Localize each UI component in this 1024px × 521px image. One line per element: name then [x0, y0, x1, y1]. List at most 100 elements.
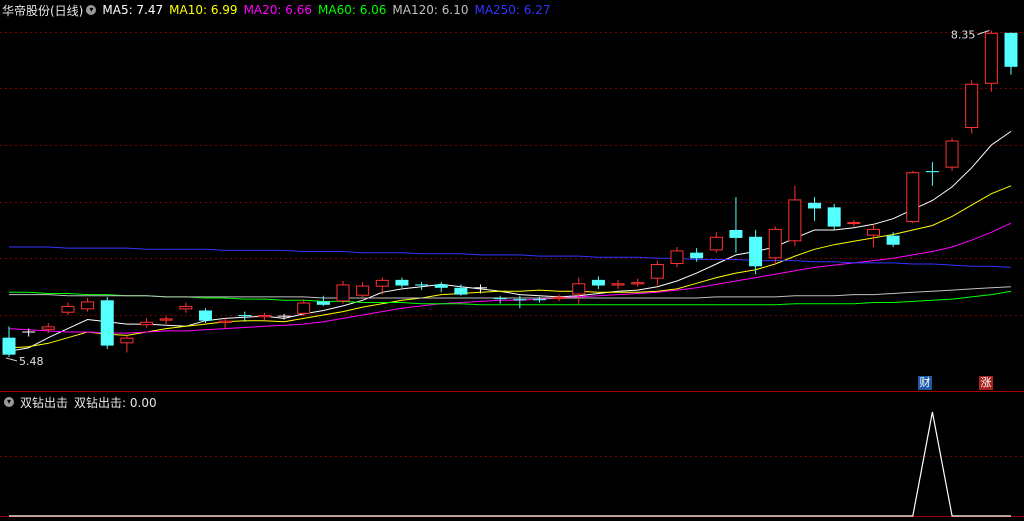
candle [1004, 32, 1018, 75]
candle [159, 316, 173, 325]
candle [808, 197, 822, 221]
candle [434, 282, 448, 293]
candle-body [513, 299, 527, 301]
candle-body [631, 282, 645, 285]
candle-body [886, 235, 900, 245]
ma60-label: MA60: 6.06 [318, 3, 387, 17]
candle [788, 185, 802, 246]
min-price-pointer [5, 357, 18, 362]
stock-title: 华帝股份(日线) [2, 3, 84, 18]
candle-body [925, 171, 939, 173]
candle-body [61, 305, 75, 313]
candle-body [159, 318, 173, 321]
kline-chart: 8.35 5.48 [0, 29, 1024, 517]
candle-body [81, 301, 95, 310]
candle-body [611, 283, 625, 286]
candle [886, 232, 900, 247]
candle-body [493, 298, 507, 300]
candle-body [808, 202, 822, 209]
indicator-value: 双钻出击: 0.00 [74, 395, 157, 410]
candle-body [709, 236, 723, 251]
candle-body [434, 284, 448, 288]
candle-body [415, 284, 429, 286]
candle [847, 219, 861, 227]
candle-body [316, 301, 330, 305]
candle-body [375, 279, 389, 287]
candle-body [827, 207, 841, 227]
grid-lines [0, 32, 1024, 517]
ma10-label: MA10: 6.99 [169, 3, 238, 17]
indicator-settings-icon[interactable]: ▾ [4, 397, 14, 407]
candle-body [2, 337, 16, 355]
candle [552, 294, 566, 302]
indicator-panel [9, 411, 1011, 517]
candle-body [572, 283, 586, 295]
candle [140, 318, 154, 328]
candle-body [768, 228, 782, 259]
candle [945, 138, 959, 172]
candle [277, 313, 291, 320]
candle-body [965, 83, 979, 129]
moving-average-lines [8, 130, 1012, 352]
candle [631, 278, 645, 287]
candle-body [257, 315, 271, 318]
candle [2, 326, 16, 357]
ma250-line [9, 246, 1012, 268]
candle [670, 247, 684, 268]
candle-body [238, 315, 252, 317]
candle [709, 232, 723, 253]
candle-body [906, 172, 920, 223]
candle [297, 299, 311, 317]
limit-up-badge[interactable]: 涨 [979, 376, 993, 390]
candle-body [690, 252, 704, 259]
candle [198, 308, 212, 323]
ma20-label: MA20: 6.66 [243, 3, 312, 17]
min-price-label: 5.48 [19, 355, 44, 368]
candle-body [120, 337, 134, 344]
candle [749, 230, 763, 275]
candle-body [984, 32, 998, 84]
indicator-header: ▾ 双钻出击 双钻出击: 0.00 [2, 393, 163, 411]
candle-body [41, 326, 55, 330]
candle [120, 335, 134, 353]
candle [729, 197, 743, 253]
indicator-name: 双钻出击 [20, 395, 69, 410]
candle [81, 298, 95, 312]
settings-circle-icon[interactable]: ▾ [86, 5, 97, 15]
candle-body [218, 320, 232, 323]
candle [965, 80, 979, 134]
candle-body [591, 279, 605, 286]
candle [650, 260, 664, 286]
candle [61, 302, 75, 315]
candle [336, 281, 350, 304]
candle-body [100, 300, 114, 346]
ma120-label: MA120: 6.10 [392, 3, 469, 17]
finance-badge[interactable]: 财 [918, 376, 932, 390]
candle-body [650, 264, 664, 279]
candle [493, 295, 507, 304]
candle-body [866, 228, 880, 236]
candle [827, 203, 841, 230]
candle [100, 296, 114, 349]
candle [257, 312, 271, 321]
candle-body [336, 284, 350, 302]
candle-body [847, 222, 861, 225]
candle [572, 277, 586, 304]
candle-body [297, 302, 311, 314]
candle [356, 282, 370, 298]
candle-body [552, 296, 566, 300]
candle [925, 162, 939, 186]
candle-body [670, 250, 684, 264]
candle-body [140, 321, 154, 326]
candle-body [356, 285, 370, 296]
candle-body [945, 140, 959, 168]
ma10-line [8, 185, 1012, 349]
price-annotations: 8.35 5.48 [5, 29, 990, 368]
ma5-line [8, 130, 1012, 352]
candle-body [532, 299, 546, 301]
candle-body [1004, 32, 1018, 67]
ma250-label: MA250: 6.27 [474, 3, 551, 17]
indicator-line [9, 411, 1011, 517]
candle-body [395, 279, 409, 286]
candle [906, 171, 920, 224]
